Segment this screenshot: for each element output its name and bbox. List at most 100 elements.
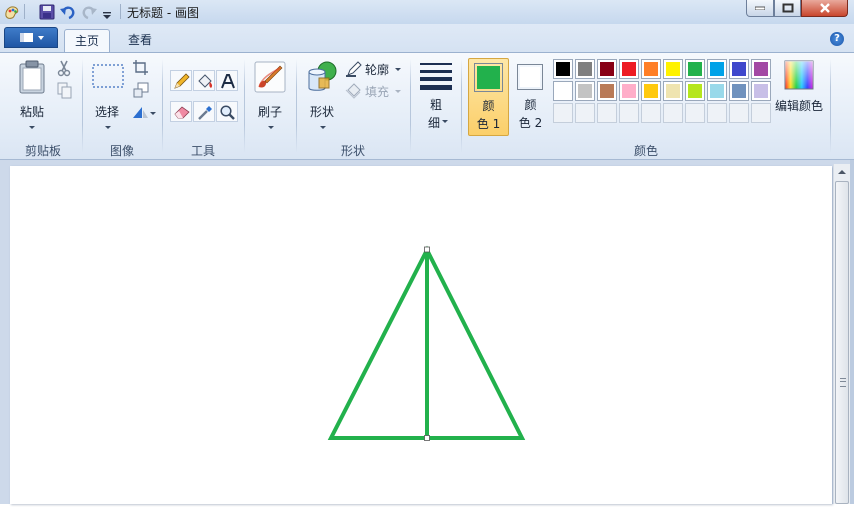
fill-label: 填充 [365, 85, 390, 99]
select-rectangle-icon [92, 64, 124, 88]
tab-view[interactable]: 查看 [116, 29, 164, 52]
outline-pen-icon [346, 61, 362, 77]
ribbon-home: 粘贴 剪贴板 选择 图像 工具 刷子 形状 轮廓 填充 形状 粗 细 颜 色 1… [0, 52, 854, 160]
resize-icon[interactable] [132, 81, 150, 99]
vertical-scrollbar[interactable] [833, 164, 850, 504]
palette-swatch[interactable] [641, 59, 661, 79]
custom-color-slot[interactable] [663, 103, 683, 123]
palette-swatch[interactable] [619, 81, 639, 101]
save-icon[interactable] [38, 3, 56, 21]
outline-button[interactable]: 轮廓 [345, 60, 403, 78]
shapes-label: 形状 [309, 105, 334, 119]
brush-icon [254, 61, 286, 93]
palette-swatch[interactable] [553, 59, 573, 79]
custom-color-slot[interactable] [751, 103, 771, 123]
colors-group-label: 颜色 [633, 144, 658, 158]
custom-color-slot[interactable] [619, 103, 639, 123]
palette-swatch[interactable] [729, 81, 749, 101]
size-dropdown-arrow [442, 120, 448, 123]
paint-menu-button[interactable] [4, 27, 58, 48]
shapes-group-label: 形状 [340, 144, 365, 158]
crop-icon[interactable] [132, 59, 150, 77]
line-width-icon [420, 63, 452, 90]
rotate-icon [133, 107, 156, 118]
scrollbar-thumb[interactable] [835, 181, 849, 504]
paste-dropdown-arrow [29, 126, 35, 129]
line-handle-bottom[interactable] [424, 435, 430, 441]
line-handle-top[interactable] [424, 246, 430, 253]
paint-app-icon[interactable] [3, 3, 21, 21]
paste-label: 粘贴 [19, 105, 44, 119]
palette-swatch[interactable] [751, 59, 771, 79]
palette-swatch[interactable] [707, 81, 727, 101]
palette-swatch[interactable] [619, 59, 639, 79]
edit-colors-button[interactable]: 编辑颜色 [772, 58, 826, 134]
redo-icon[interactable] [80, 3, 98, 21]
pencil-icon [174, 73, 190, 89]
cut-icon[interactable] [55, 59, 73, 77]
color-picker-tool[interactable] [193, 101, 215, 122]
palette-swatch[interactable] [751, 81, 771, 101]
custom-color-slot[interactable] [575, 103, 595, 123]
palette-swatch[interactable] [597, 81, 617, 101]
color1-button[interactable]: 颜 色 1 [468, 58, 509, 136]
rotate-button[interactable] [131, 103, 157, 121]
select-button[interactable]: 选择 [89, 59, 125, 135]
palette-swatch[interactable] [553, 81, 573, 101]
drawing-canvas[interactable] [10, 166, 832, 504]
palette-swatch[interactable] [729, 59, 749, 79]
paste-button[interactable]: 粘贴 [14, 59, 50, 135]
copy-icon[interactable] [55, 81, 73, 99]
text-tool[interactable] [216, 70, 238, 91]
customize-toolbar-icon[interactable] [101, 3, 113, 21]
color2-button[interactable]: 颜 色 2 [511, 58, 552, 136]
palette-swatch[interactable] [685, 81, 705, 101]
select-dropdown-arrow [105, 126, 111, 129]
undo-icon[interactable] [59, 3, 77, 21]
custom-color-slot[interactable] [685, 103, 705, 123]
fill-dropdown-arrow [395, 90, 401, 93]
custom-color-slot[interactable] [553, 103, 573, 123]
fill-bucket-icon [345, 83, 361, 99]
clipboard-group-label: 剪贴板 [24, 144, 61, 158]
window-title: 无标题 - 画图 [127, 6, 199, 20]
palette-swatch[interactable] [575, 81, 595, 101]
text-a-icon [221, 74, 235, 89]
brushes-button[interactable]: 刷子 [251, 59, 289, 135]
palette-swatch[interactable] [685, 59, 705, 79]
custom-color-slot[interactable] [641, 103, 661, 123]
scrollbar-grip-icon [840, 378, 846, 387]
tab-home[interactable]: 主页 [64, 29, 110, 52]
fill-button[interactable]: 填充 [345, 82, 403, 100]
clipboard-icon [19, 60, 45, 94]
magnifier-tool[interactable] [216, 101, 238, 122]
palette-swatch[interactable] [663, 59, 683, 79]
custom-color-slot[interactable] [597, 103, 617, 123]
scroll-up-icon[interactable] [835, 165, 849, 180]
fill-tool[interactable] [193, 70, 215, 91]
maximize-button[interactable] [774, 0, 801, 17]
shapes-dropdown-arrow [320, 126, 326, 129]
outline-label: 轮廓 [365, 63, 390, 77]
drawn-triangle [327, 245, 526, 441]
eraser-tool[interactable] [170, 101, 192, 122]
help-icon[interactable]: ? [830, 32, 844, 46]
maximize-icon [782, 3, 793, 13]
close-button[interactable] [801, 0, 848, 17]
custom-color-slot[interactable] [707, 103, 727, 123]
palette-swatch[interactable] [641, 81, 661, 101]
palette-swatch[interactable] [663, 81, 683, 101]
shapes-button[interactable]: 形状 [303, 59, 341, 135]
select-label: 选择 [94, 105, 119, 119]
size-button[interactable]: 粗 细 [416, 59, 456, 135]
magnifier-icon [220, 105, 235, 120]
color2-label-line1: 颜 [524, 98, 537, 112]
pencil-tool[interactable] [170, 70, 192, 91]
size-label-line1: 粗 [429, 98, 442, 112]
color-spectrum-icon [784, 60, 814, 90]
custom-color-slot[interactable] [729, 103, 749, 123]
palette-swatch[interactable] [707, 59, 727, 79]
palette-swatch[interactable] [597, 59, 617, 79]
minimize-button[interactable] [746, 0, 774, 17]
palette-swatch[interactable] [575, 59, 595, 79]
